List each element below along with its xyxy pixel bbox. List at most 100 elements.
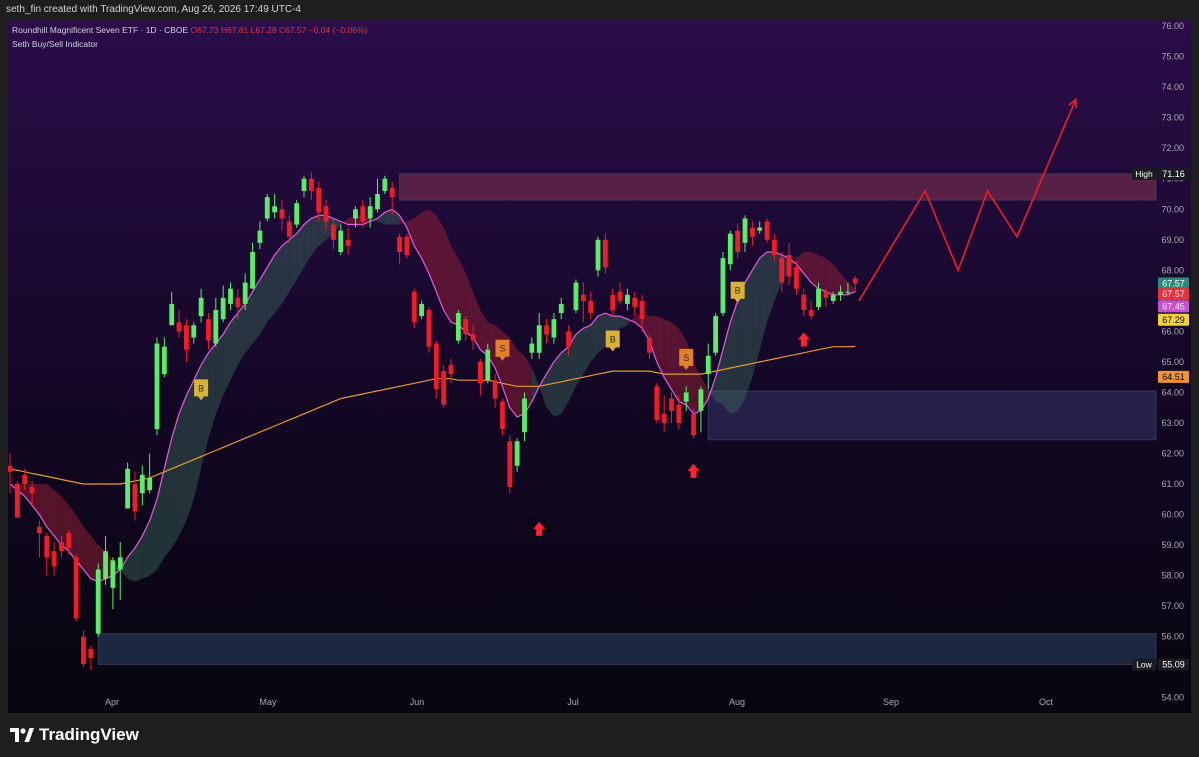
candle: [441, 364, 447, 408]
candle-body: [161, 346, 167, 375]
candle-body: [73, 557, 79, 619]
candle-body: [683, 392, 689, 402]
price-tag-value: 67.57: [1162, 278, 1185, 288]
candle-body: [176, 322, 182, 332]
candle-body: [191, 325, 197, 338]
candle-body: [588, 300, 594, 314]
candle-body: [286, 221, 292, 237]
y-axis-tick-label: 66.00: [1161, 326, 1184, 336]
candle-body: [522, 398, 527, 433]
cloud-segment: [274, 245, 282, 314]
candle-body: [757, 227, 763, 231]
candle-body: [772, 239, 777, 256]
y-axis-tick-label: 61.00: [1161, 479, 1184, 489]
candle-body: [8, 465, 13, 472]
signal-letter: S: [683, 353, 689, 363]
candle: [764, 218, 770, 243]
chart-credit-bar: seth_fin created with TradingView.com, A…: [0, 0, 1199, 20]
candle-body: [220, 297, 226, 320]
candle-body: [37, 526, 42, 533]
candle-body: [81, 636, 86, 665]
candle-body: [316, 187, 322, 213]
candle-body: [59, 542, 64, 552]
candle-body: [455, 313, 461, 341]
candle-body: [639, 300, 645, 320]
candle-body: [154, 343, 160, 430]
price-tag-value: 67.57: [1162, 289, 1185, 299]
candle-body: [536, 325, 542, 353]
price-tag: 64.51: [1158, 370, 1189, 383]
candle-body: [132, 484, 138, 512]
candle-body: [14, 484, 20, 518]
x-axis-tick-label: Aug: [729, 697, 745, 707]
candle-body: [573, 282, 579, 311]
tradingview-logo[interactable]: TradingView: [10, 724, 139, 746]
y-axis-tick-label: 72.00: [1161, 143, 1184, 153]
candle: [264, 194, 270, 222]
chart-area[interactable]: BSBSB 76.0075.0074.0073.0072.0071.0070.0…: [8, 20, 1191, 713]
candle: [73, 554, 79, 622]
candle-body: [184, 325, 189, 350]
cloud-segment: [186, 380, 194, 521]
candle-body: [419, 303, 424, 317]
candle-body: [705, 355, 711, 375]
y-axis-tick-label: 56.00: [1161, 632, 1184, 642]
candle-body: [433, 343, 439, 390]
cloud-segment: [825, 258, 834, 295]
price-tag-value: 55.09: [1162, 659, 1185, 669]
candle-body: [735, 230, 741, 253]
candle-body: [426, 310, 432, 347]
candle: [14, 480, 20, 518]
symbol-legend: Roundhill Magnificent Seven ETF · 1D · C…: [12, 25, 367, 35]
price-tag: 67.45: [1158, 300, 1189, 313]
price-chart[interactable]: BSBSB 76.0075.0074.0073.0072.0071.0070.0…: [8, 20, 1191, 713]
candle-body: [331, 224, 336, 240]
candle-body: [22, 474, 28, 485]
candle-body: [206, 319, 211, 341]
y-axis-tick-label: 70.00: [1161, 204, 1184, 214]
candle-body: [463, 319, 469, 335]
signal-letter: B: [735, 286, 741, 296]
candle: [426, 306, 432, 353]
candle-body: [448, 364, 454, 375]
y-axis-tick-label: 74.00: [1161, 82, 1184, 92]
signal-letter: B: [610, 335, 616, 345]
price-tag-value: 71.16: [1162, 169, 1185, 179]
candle-body: [228, 288, 233, 304]
candle: [95, 563, 101, 637]
signal-letter: S: [499, 344, 505, 354]
candle-body: [323, 206, 329, 222]
candle-body: [360, 206, 366, 222]
candle-body: [654, 386, 660, 420]
candle: [654, 383, 660, 423]
x-axis-tick-label: Jul: [567, 697, 579, 707]
candle-body: [242, 282, 248, 304]
candle-body: [345, 239, 351, 246]
candle-body: [595, 239, 601, 271]
candle-body: [353, 209, 358, 219]
signal-letter: B: [198, 383, 204, 393]
candle-body: [749, 227, 755, 237]
candle-body: [51, 551, 57, 567]
cloud-segment: [737, 282, 745, 411]
candle-body: [404, 236, 410, 256]
candle-body: [823, 291, 829, 298]
candle-body: [29, 487, 35, 494]
x-axis-tick-label: Sep: [883, 697, 899, 707]
credit-text: seth_fin created with TradingView.com, A…: [6, 4, 301, 15]
candle-body: [95, 569, 101, 634]
price-tag-label: High: [1135, 169, 1153, 179]
candle-body: [44, 535, 50, 558]
candle-body: [838, 291, 843, 295]
price-tag-value: 64.51: [1162, 372, 1185, 382]
y-axis-tick-label: 65.00: [1161, 357, 1184, 367]
candle-body: [845, 291, 851, 293]
candle-body: [103, 551, 108, 579]
candle-body: [610, 294, 616, 311]
candle-body: [551, 319, 557, 338]
candle-body: [507, 441, 513, 488]
candle-body: [169, 303, 175, 326]
candle-body: [500, 401, 505, 430]
candle-body: [492, 380, 498, 399]
candle-body: [367, 206, 373, 219]
